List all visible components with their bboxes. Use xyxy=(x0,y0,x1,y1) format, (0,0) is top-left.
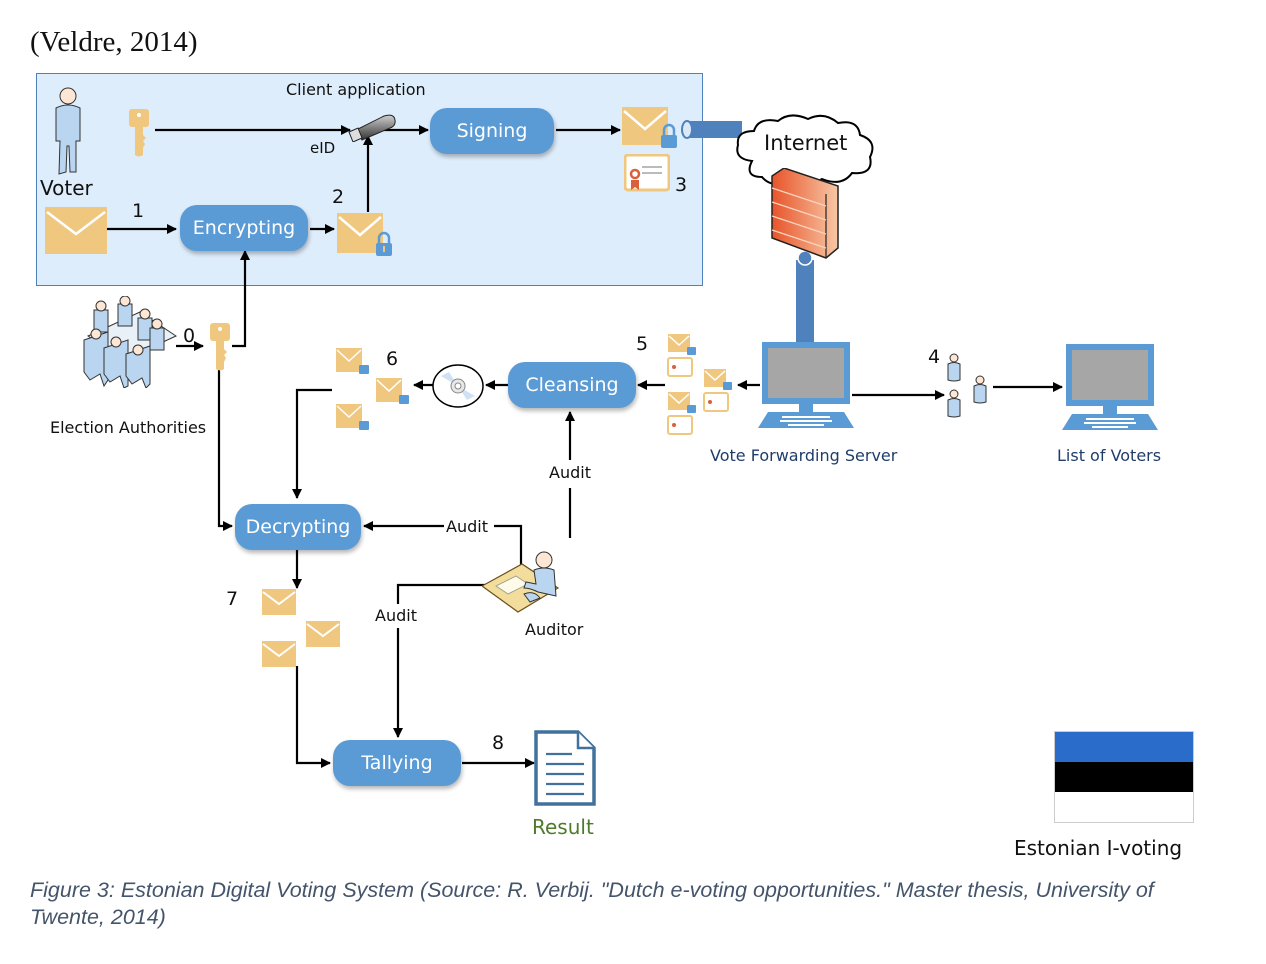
audit-label-decrypting: Audit xyxy=(446,517,488,536)
encrypted-envelope-icon xyxy=(337,213,392,256)
private-key-icon xyxy=(129,109,149,157)
voter-icon xyxy=(55,87,81,175)
estonian-ivoting-label: Estonian I-voting xyxy=(1014,836,1183,860)
list-of-voters-label: List of Voters xyxy=(1057,446,1162,465)
step-3-label: 3 xyxy=(675,174,688,196)
ballot-envelope-icon xyxy=(45,207,107,254)
voter-records-icon xyxy=(947,353,987,418)
cleansing-process: Cleansing xyxy=(508,362,636,408)
vote-forwarding-server-icon xyxy=(758,342,854,428)
step-7-label: 7 xyxy=(226,588,239,610)
signed-envelope-icon xyxy=(622,107,677,148)
key-to-decrypting-arrow xyxy=(217,368,233,531)
vote-forwarding-server-label: Vote Forwarding Server xyxy=(710,446,898,465)
flag-stripe-blue xyxy=(1055,732,1193,762)
step-5-label: 5 xyxy=(636,333,649,355)
flag-stripe-black xyxy=(1055,762,1193,792)
audit-label-tallying: Audit xyxy=(375,606,417,625)
result-label: Result xyxy=(532,815,594,839)
flag-stripe-white xyxy=(1055,792,1193,822)
audit-label-cleansing: Audit xyxy=(549,463,591,482)
figure-caption: Figure 3: Estonian Digital Voting System… xyxy=(30,878,1154,929)
step-2-label: 2 xyxy=(332,186,345,208)
estonian-flag xyxy=(1054,731,1194,823)
voter-label: Voter xyxy=(40,176,93,200)
result-document-icon xyxy=(534,730,596,806)
certificate-icon xyxy=(624,154,670,192)
eid-usb-icon xyxy=(348,114,396,142)
step-4-label: 4 xyxy=(928,346,941,368)
envelopes-to-tallying-arrow xyxy=(295,666,331,768)
eid-label: eID xyxy=(310,139,336,157)
election-authorities-label: Election Authorities xyxy=(50,418,207,437)
auditor-label: Auditor xyxy=(525,620,584,639)
storage-disk-icon xyxy=(432,364,484,408)
auditor-icon xyxy=(482,551,560,613)
election-key-icon xyxy=(210,323,230,371)
decrypted-votes-icon xyxy=(262,589,340,667)
step-1-label: 1 xyxy=(132,200,145,222)
tallying-process: Tallying xyxy=(333,740,461,786)
list-of-voters-icon xyxy=(1062,344,1158,430)
encrypting-process: Encrypting xyxy=(180,205,308,251)
signed-vote xyxy=(667,334,696,377)
encrypted-votes-icon xyxy=(336,348,409,430)
audit-to-tallying-line xyxy=(396,583,495,604)
envelopes-to-decrypting-arrow xyxy=(292,388,332,499)
step-8-label: 8 xyxy=(492,732,505,754)
step-0-label: 0 xyxy=(183,325,196,347)
internet-label: Internet xyxy=(764,131,848,155)
signed-votes-stack-icon xyxy=(667,334,732,435)
signing-process: Signing xyxy=(430,108,554,154)
key-to-encrypting-arrow xyxy=(232,250,250,348)
decrypting-process: Decrypting xyxy=(235,504,361,550)
firewall-icon xyxy=(771,168,839,259)
election-authorities-icon xyxy=(83,296,178,388)
